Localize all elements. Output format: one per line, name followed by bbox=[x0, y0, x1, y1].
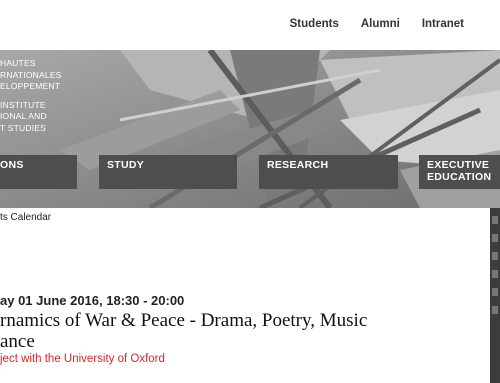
nav-tab-executive-education[interactable]: EXECUTIVE EDUCATION bbox=[419, 155, 500, 189]
institute-line-en-3: T STUDIES bbox=[0, 122, 47, 133]
institute-line-en-2: IONAL AND bbox=[0, 111, 47, 121]
nav-tab-label: STUDY bbox=[107, 159, 145, 171]
institute-logo-text[interactable]: HAUTES RNATIONALES ELOPPEMENT INSTITUTE … bbox=[0, 58, 62, 134]
institute-line-fr-3: ELOPPEMENT bbox=[0, 81, 61, 91]
top-utility-bar: Students Alumni Intranet bbox=[0, 0, 500, 50]
top-links: Students Alumni Intranet bbox=[268, 18, 500, 34]
nav-tab-label-line1: EXECUTIVE bbox=[427, 159, 490, 171]
institute-line-en-1: INSTITUTE bbox=[0, 99, 46, 110]
main-navigation: ONS STUDY RESEARCH EXECUTIVE EDUCATION bbox=[0, 155, 500, 189]
event-date: ay 01 June 2016, 18:30 - 20:00 bbox=[0, 293, 185, 308]
nav-tab-study[interactable]: STUDY bbox=[99, 155, 237, 189]
nav-tab-admissions[interactable]: ONS bbox=[0, 155, 77, 189]
top-link-alumni[interactable]: Alumni bbox=[361, 18, 400, 34]
event-subtitle: ject with the University of Oxford bbox=[0, 353, 165, 365]
event-title-line1: rnamics of War & Peace - Drama, Poetry, … bbox=[0, 310, 368, 331]
nav-tab-label: ONS bbox=[0, 159, 24, 171]
right-sidebar-edge bbox=[490, 208, 500, 383]
nav-tab-label-line2: EDUCATION bbox=[427, 171, 492, 183]
event-title: rnamics of War & Peace - Drama, Poetry, … bbox=[0, 310, 490, 352]
institute-line-fr-1: HAUTES bbox=[0, 58, 36, 68]
breadcrumb-events-calendar[interactable]: ts Calendar bbox=[0, 212, 51, 223]
top-link-students[interactable]: Students bbox=[290, 18, 339, 34]
nav-tab-label: RESEARCH bbox=[267, 159, 329, 171]
nav-tab-research[interactable]: RESEARCH bbox=[259, 155, 398, 189]
institute-line-fr-2: RNATIONALES bbox=[0, 69, 62, 80]
top-link-intranet[interactable]: Intranet bbox=[422, 18, 464, 34]
event-title-line2: ance bbox=[0, 331, 35, 352]
